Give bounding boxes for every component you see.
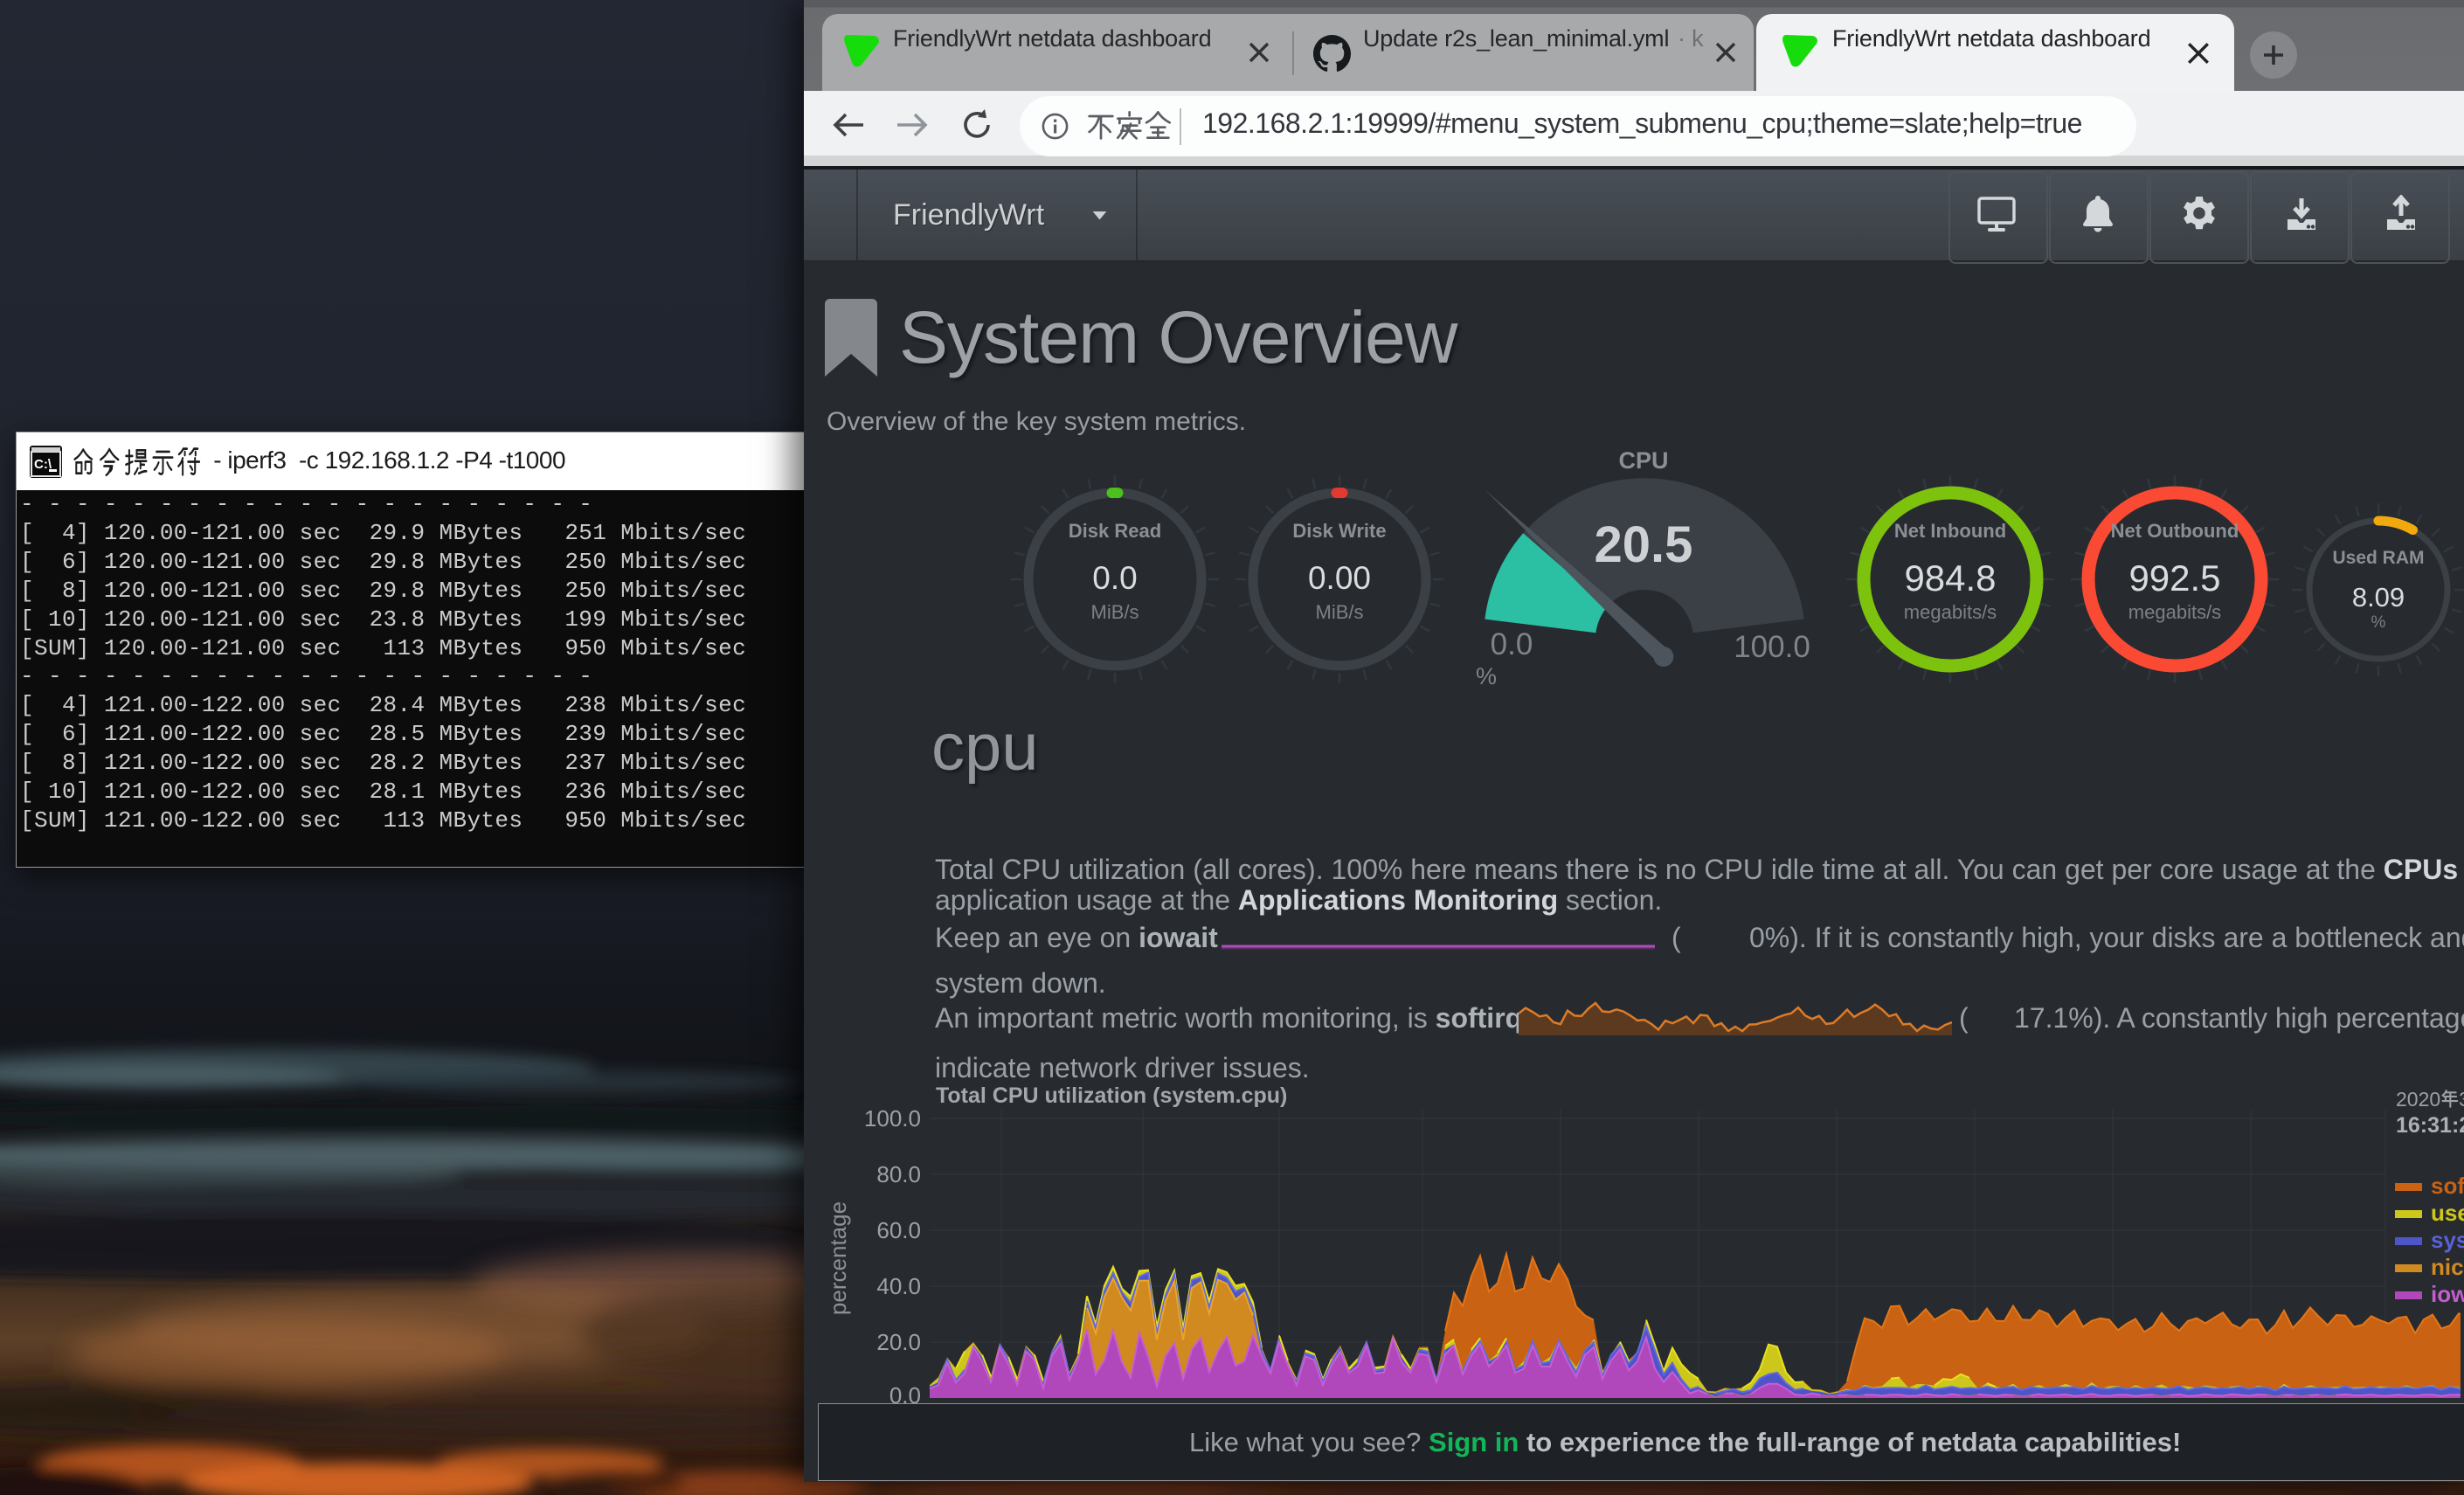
svg-text:Net Inbound: Net Inbound [1894,520,2006,542]
svg-text:20.5: 20.5 [1595,516,1693,573]
svg-text:0.0: 0.0 [1491,627,1533,661]
svg-text:%: % [1476,663,1497,689]
svg-text:percentage: percentage [825,1201,851,1315]
svg-text:MiB/s: MiB/s [1091,601,1139,623]
svg-text:Used RAM: Used RAM [2332,548,2424,568]
svg-text:0.0: 0.0 [1092,560,1137,596]
svg-text:984.8: 984.8 [1904,557,1996,599]
svg-text:Disk Write: Disk Write [1292,520,1386,542]
svg-text:60.0: 60.0 [876,1217,921,1243]
svg-text:0.00: 0.00 [1308,560,1371,596]
svg-text:100.0: 100.0 [864,1105,921,1132]
svg-text:992.5: 992.5 [2128,557,2220,599]
svg-text:8.09: 8.09 [2352,582,2405,613]
svg-text:100.0: 100.0 [1734,630,1810,664]
svg-text:MiB/s: MiB/s [1316,601,1364,623]
svg-text:40.0: 40.0 [876,1273,921,1299]
svg-text:Disk Read: Disk Read [1069,520,1161,542]
svg-text:megabits/s: megabits/s [2128,601,2221,623]
svg-text:%: % [2371,613,2386,632]
svg-text:CPU: CPU [1618,447,1668,474]
svg-text:20.0: 20.0 [876,1329,921,1355]
svg-text:Net Outbound: Net Outbound [2111,520,2239,542]
svg-text:80.0: 80.0 [876,1161,921,1187]
svg-text:megabits/s: megabits/s [1904,601,1997,623]
